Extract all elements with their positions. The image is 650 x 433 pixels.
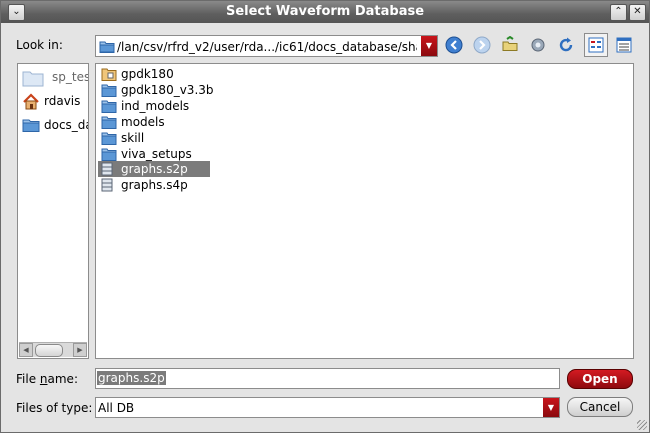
sidebar-item-label: rdavis [44, 94, 81, 108]
scroll-left-icon[interactable]: ◀ [19, 343, 33, 357]
file-name-value: graphs.s2p [97, 371, 166, 385]
sidebar-horizontal-scrollbar[interactable]: ◀ ▶ [19, 342, 87, 357]
folder-icon [99, 39, 115, 56]
sidebar-item-rdavis[interactable]: rdavis [22, 91, 88, 114]
list-item[interactable]: models [98, 114, 210, 130]
forward-icon[interactable] [471, 34, 493, 56]
list-item[interactable]: graphs.s4p [98, 177, 210, 193]
file-name-label: File name: [16, 372, 78, 386]
detail-view-icon[interactable] [613, 34, 635, 56]
title-bar[interactable]: Select Waveform Database ⌄ ⌃ ✕ [1, 1, 649, 23]
list-item[interactable]: skill [98, 130, 210, 146]
list-item[interactable]: viva_setups [98, 146, 210, 162]
window-menu-button[interactable]: ⌄ [8, 4, 25, 21]
chevron-up-icon: ⌃ [614, 6, 623, 17]
folder-icon [22, 69, 44, 90]
sidebar-item-label: docs_da [44, 118, 89, 132]
file-name: viva_setups [121, 147, 192, 161]
files-of-type-value: All DB [98, 401, 135, 415]
list-item[interactable]: ind_models [98, 98, 210, 114]
back-icon[interactable] [443, 34, 465, 56]
file-name: graphs.s4p [121, 178, 188, 192]
file-dialog-window: Select Waveform Database ⌄ ⌃ ✕ Look in: … [0, 0, 650, 433]
file-name: gpdk180 [121, 67, 174, 81]
file-name: graphs.s2p [121, 162, 188, 176]
chevron-down-icon: ⌄ [12, 6, 21, 17]
file-list-panel[interactable]: gpdk180 gpdk180_v3.3b ind_models models … [95, 63, 634, 359]
places-sidebar: sp_tes rdavis docs_da ◀ ▶ [17, 63, 89, 359]
resize-grip-icon[interactable] [637, 420, 647, 430]
scroll-thumb[interactable] [35, 344, 63, 357]
new-folder-icon[interactable] [527, 34, 549, 56]
dropdown-arrow-icon[interactable]: ▼ [421, 36, 437, 56]
close-button[interactable]: ✕ [629, 4, 646, 21]
scroll-right-icon[interactable]: ▶ [73, 343, 87, 357]
list-item[interactable]: gpdk180 [98, 66, 210, 82]
file-name: skill [121, 131, 145, 145]
home-icon [22, 93, 40, 114]
file-name: gpdk180_v3.3b [121, 83, 214, 97]
files-of-type-combo[interactable]: All DB ▼ [95, 397, 560, 418]
sidebar-item-label: sp_tes [52, 70, 89, 84]
file-name-field[interactable]: graphs.s2p [95, 368, 560, 389]
database-icon [101, 178, 113, 195]
look-in-path: /lan/csv/rfrd_v2/user/rda.../ic61/docs_d… [117, 40, 417, 54]
look-in-combo[interactable]: /lan/csv/rfrd_v2/user/rda.../ic61/docs_d… [95, 35, 438, 57]
refresh-icon[interactable] [555, 34, 577, 56]
open-button[interactable]: Open [567, 369, 633, 389]
list-item-selected[interactable]: graphs.s2p [98, 161, 210, 177]
window-title: Select Waveform Database [225, 4, 425, 19]
close-icon: ✕ [633, 6, 642, 17]
dropdown-arrow-icon[interactable]: ▼ [543, 398, 559, 417]
file-name: models [121, 115, 165, 129]
sidebar-item-sp-tes[interactable]: sp_tes [22, 67, 89, 90]
sidebar-item-docs-da[interactable]: docs_da [22, 115, 89, 136]
cancel-button[interactable]: Cancel [567, 397, 633, 417]
up-folder-icon[interactable] [499, 34, 521, 56]
files-of-type-label: Files of type: [16, 401, 93, 415]
list-item[interactable]: gpdk180_v3.3b [98, 82, 214, 98]
look-in-label: Look in: [16, 38, 63, 52]
folder-icon [22, 117, 40, 136]
file-name: ind_models [121, 99, 190, 113]
list-view-icon[interactable] [584, 33, 608, 57]
maximize-button[interactable]: ⌃ [610, 4, 627, 21]
